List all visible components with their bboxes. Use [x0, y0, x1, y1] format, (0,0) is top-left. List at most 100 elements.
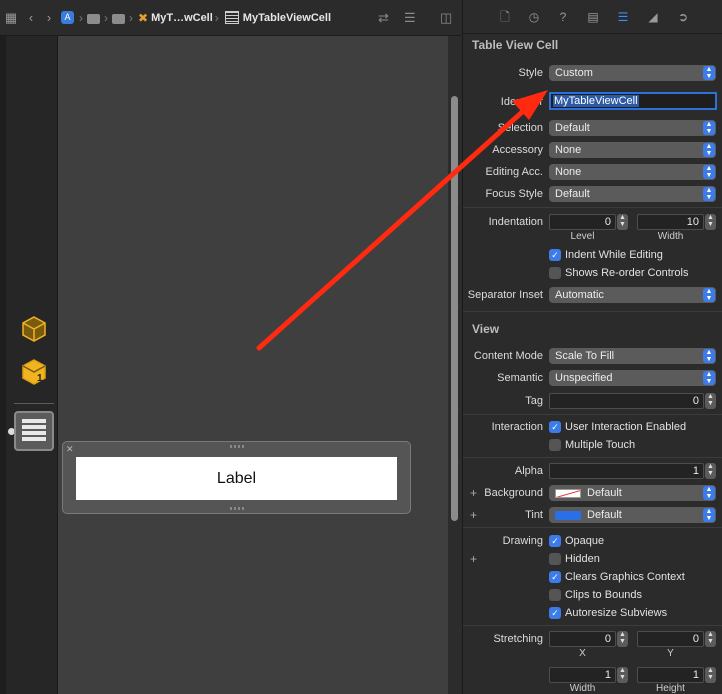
clears-graphics-context-checkbox[interactable]: ✓ [549, 571, 561, 583]
cell-label[interactable]: Label [76, 457, 397, 500]
hidden-label: Hidden [565, 553, 600, 565]
stretch-x-field[interactable]: 0 [549, 631, 616, 647]
stretch-y-field[interactable]: 0 [637, 631, 704, 647]
indentation-level-field[interactable]: 0 [549, 214, 616, 230]
clips-to-bounds-checkbox[interactable] [549, 589, 561, 601]
focus-style-value: Default [555, 188, 590, 200]
selection-popup[interactable]: Default ▲ ▼ [549, 120, 716, 136]
width-sublabel: Width [657, 231, 684, 242]
grid-icon[interactable]: ▦ [0, 10, 22, 26]
add-tint-variation-icon[interactable]: + [470, 508, 477, 522]
jump-bar: ▦ ‹ › A › › › ✖ MyT…wCell › MyTableViewC… [0, 0, 461, 36]
resize-handle[interactable] [230, 507, 244, 510]
gutter-divider [14, 403, 54, 404]
stretching-label: Stretching [493, 633, 543, 645]
stretch-height-field[interactable]: 1 [637, 667, 704, 683]
background-label: Background [484, 487, 543, 499]
editing-acc-label: Editing Acc. [485, 166, 543, 178]
resize-handle[interactable] [230, 445, 244, 448]
placeholder-cube-icon[interactable] [20, 314, 48, 342]
hidden-checkbox[interactable] [549, 553, 561, 565]
app-icon[interactable]: A [61, 11, 74, 24]
swap-icon[interactable]: ⇄ [378, 10, 389, 26]
canvas-scrollbar[interactable] [448, 36, 462, 694]
split-editor-icon[interactable]: ◫ [440, 10, 452, 26]
stretch-x-stepper[interactable]: ▲ ▼ [617, 631, 628, 647]
popup-arrows-icon: ▲ ▼ [703, 165, 715, 179]
clips-to-bounds-label: Clips to Bounds [565, 589, 643, 601]
shows-reorder-checkbox[interactable] [549, 267, 561, 279]
scrollbar-thumb[interactable] [451, 96, 458, 521]
alpha-field[interactable]: 1 [549, 463, 704, 479]
jump-bar-selected[interactable]: MyTableViewCell [243, 12, 331, 24]
table-view-cell-frame[interactable]: ✕ Label [62, 441, 411, 514]
clears-graphics-context-label: Clears Graphics Context [565, 571, 685, 583]
style-value: Custom [555, 67, 593, 79]
connections-icon[interactable]: ➲ [675, 9, 691, 25]
indentation-level-stepper[interactable]: ▲ ▼ [617, 214, 628, 230]
stretch-width-stepper[interactable]: ▲ ▼ [617, 667, 628, 683]
chevron-right-icon: › [129, 10, 133, 25]
stretch-height-stepper[interactable]: ▲ ▼ [705, 667, 716, 683]
accessory-popup[interactable]: None ▲ ▼ [549, 142, 716, 158]
identifier-value: MyTableViewCell [553, 95, 639, 107]
multiple-touch-checkbox[interactable] [549, 439, 561, 451]
table-view-cell-object-icon[interactable] [14, 411, 54, 451]
identity-icon[interactable]: ▤ [585, 9, 601, 25]
tint-label: Tint [525, 509, 543, 521]
back-chevron-icon[interactable]: ‹ [22, 10, 40, 25]
close-icon[interactable]: ✕ [66, 444, 76, 454]
add-hidden-variation-icon[interactable]: + [470, 552, 477, 566]
tag-field[interactable]: 0 [549, 393, 704, 409]
separator-inset-popup[interactable]: Automatic ▲ ▼ [549, 287, 716, 303]
identifier-label: Identifier [500, 96, 543, 108]
style-popup[interactable]: Custom ▲ ▼ [549, 65, 716, 81]
selection-label: Selection [497, 122, 543, 134]
opaque-checkbox[interactable]: ✓ [549, 535, 561, 547]
list-icon[interactable]: ☰ [404, 10, 416, 26]
autoresize-subviews-checkbox[interactable]: ✓ [549, 607, 561, 619]
chevron-right-icon: › [104, 10, 108, 25]
stretch-y-stepper[interactable]: ▲ ▼ [705, 631, 716, 647]
tint-color-swatch-icon [555, 511, 581, 520]
history-icon[interactable]: ◷ [526, 9, 542, 25]
indentation-width-stepper[interactable]: ▲ ▼ [705, 214, 716, 230]
help-icon[interactable]: ? [555, 9, 571, 25]
gutter-edge [0, 36, 6, 694]
tag-stepper[interactable]: ▲ ▼ [705, 393, 716, 409]
attributes-icon[interactable]: ☰ [615, 9, 631, 25]
xib-icon: ✖ [138, 10, 149, 25]
interface-builder-canvas[interactable] [58, 36, 448, 694]
user-interaction-checkbox[interactable]: ✓ [549, 421, 561, 433]
indentation-width-field[interactable]: 10 [637, 214, 704, 230]
opaque-label: Opaque [565, 535, 605, 547]
divider [463, 207, 722, 208]
stretch-width-field[interactable]: 1 [549, 667, 616, 683]
popup-arrows-icon: ▲ ▼ [703, 508, 715, 522]
drawing-label: Drawing [502, 535, 543, 547]
forward-chevron-icon[interactable]: › [40, 10, 58, 25]
identifier-field[interactable]: MyTableViewCell [549, 92, 717, 110]
focus-style-popup[interactable]: Default ▲ ▼ [549, 186, 716, 202]
add-background-variation-icon[interactable]: + [470, 486, 477, 500]
first-responder-cube-icon[interactable]: 1 [20, 357, 48, 385]
size-icon[interactable]: ◢ [645, 9, 661, 25]
tint-popup[interactable]: Default ▲ ▼ [549, 507, 716, 523]
attributes-inspector: 🗋 ◷ ? ▤ ☰ ◢ ➲ Table View Cell Style Cust… [462, 0, 722, 694]
svg-text:1: 1 [37, 373, 43, 384]
alpha-stepper[interactable]: ▲ ▼ [705, 463, 716, 479]
cell-content-view[interactable]: Label [76, 457, 397, 500]
indent-while-editing-checkbox[interactable]: ✓ [549, 249, 561, 261]
semantic-popup[interactable]: Unspecified ▲ ▼ [549, 370, 716, 386]
editing-acc-popup[interactable]: None ▲ ▼ [549, 164, 716, 180]
folder-icon[interactable] [87, 13, 100, 24]
folder-icon[interactable] [112, 13, 125, 24]
background-popup[interactable]: Default ▲ ▼ [549, 485, 716, 501]
jump-bar-file[interactable]: MyT…wCell [151, 12, 213, 24]
multiple-touch-label: Multiple Touch [565, 439, 636, 451]
default-color-swatch-icon [555, 489, 581, 498]
file-icon[interactable]: 🗋 [497, 9, 513, 25]
content-mode-popup[interactable]: Scale To Fill ▲ ▼ [549, 348, 716, 364]
section-title-table-view-cell: Table View Cell [472, 38, 559, 52]
level-sublabel: Level [570, 231, 595, 242]
